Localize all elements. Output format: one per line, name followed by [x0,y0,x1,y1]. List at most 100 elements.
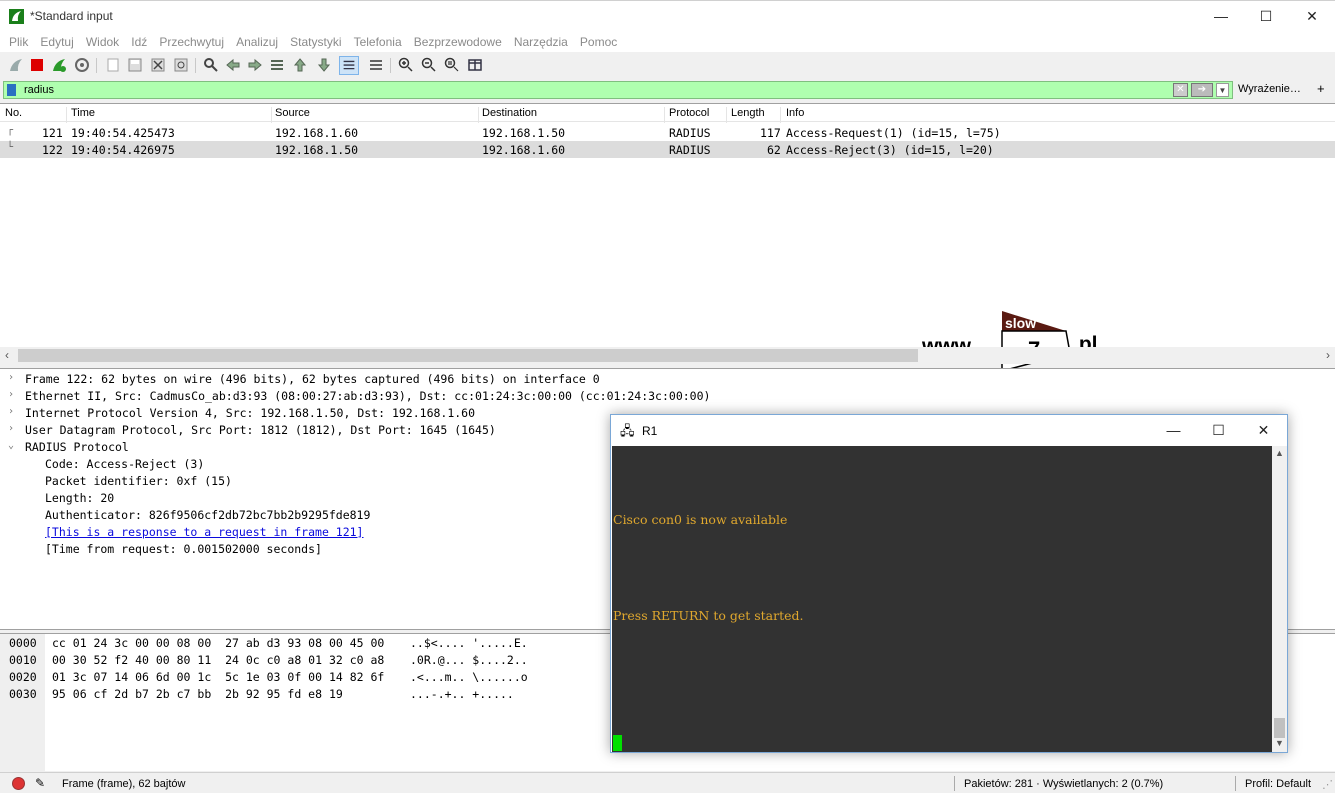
reload-file-icon[interactable] [173,57,189,73]
close-button[interactable]: ✕ [1289,1,1335,32]
column-source[interactable]: Source [275,107,479,123]
table-row[interactable]: ┌ 121 19:40:54.425473 192.168.1.60 192.1… [0,124,1335,141]
tree-item-identifier[interactable]: Packet identifier: 0xf (15) [45,474,232,488]
bytes-ascii[interactable]: ..$<.... '.....E. [410,636,528,650]
close-file-icon[interactable] [150,57,166,73]
colorize-icon[interactable] [368,57,384,73]
tree-item-frame[interactable]: › Frame 122: 62 bytes on wire (496 bits),… [8,372,600,386]
expert-info-icon[interactable] [12,777,25,790]
response-in-frame-link[interactable]: [This is a response to a request in fram… [45,525,364,539]
go-to-packet-icon[interactable] [269,57,285,73]
menu-wireless[interactable]: Bezprzewodowe [410,31,507,49]
first-packet-icon[interactable] [292,57,308,73]
main-toolbar [0,53,1335,79]
status-frame-info: Frame (frame), 62 bajtów [62,778,186,790]
terminal-close-button[interactable]: ✕ [1241,415,1286,446]
capture-options-icon[interactable] [74,57,90,73]
scroll-thumb[interactable] [18,349,918,362]
status-profile[interactable]: Profil: Default [1245,778,1311,790]
open-file-icon[interactable] [105,57,121,73]
bytes-ascii[interactable]: ...-.+.. +..... [410,687,514,701]
tree-item-authenticator[interactable]: Authenticator: 826f9506cf2db72bc7bb2b929… [45,508,370,522]
tree-item-time-from-request[interactable]: [Time from request: 0.001502000 seconds] [45,542,322,556]
auto-scroll-icon[interactable] [339,56,359,75]
menu-go[interactable]: Idź [127,31,152,49]
tree-item-ethernet[interactable]: › Ethernet II, Src: CadmusCo_ab:d3:93 (08… [8,389,710,403]
column-info[interactable]: Info [786,107,804,123]
add-filter-button[interactable]: + [1317,81,1325,96]
menu-view[interactable]: Widok [82,31,124,49]
tree-item-udp[interactable]: › User Datagram Protocol, Src Port: 1812 … [8,423,496,437]
expand-chevron-right-icon[interactable]: › [8,406,14,417]
column-protocol[interactable]: Protocol [669,107,727,123]
apply-filter-arrow-icon[interactable]: ➔ [1191,83,1213,97]
expand-chevron-right-icon[interactable]: › [8,423,14,434]
terminal-vertical-scrollbar[interactable]: ▲ ▼ [1272,446,1287,752]
status-bar: ✎ Frame (frame), 62 bajtów Pakietów: 281… [0,772,1335,793]
collapse-chevron-down-icon[interactable]: ⌄ [8,440,14,451]
tree-item-length[interactable]: Length: 20 [45,491,114,505]
wireshark-fin-icon [9,9,24,24]
resize-columns-icon[interactable] [467,57,483,73]
display-filter-input[interactable]: radius ✕ ➔ ▼ [3,81,1233,99]
scroll-down-icon[interactable]: ▼ [1275,738,1284,748]
menu-statistics[interactable]: Statystyki [286,31,346,49]
zoom-out-icon[interactable] [421,57,437,73]
save-file-icon[interactable] [127,57,143,73]
expression-button[interactable]: Wyrażenie… [1238,83,1301,95]
go-back-icon[interactable] [225,57,241,73]
menu-capture[interactable]: Przechwytuj [155,31,229,49]
bytes-ascii[interactable]: .0R.@... $....2.. [410,653,528,667]
terminal-line-press-return: Press RETURN to get started. [613,608,804,623]
menu-edit[interactable]: Edytuj [36,31,78,49]
tree-item-ip[interactable]: › Internet Protocol Version 4, Src: 192.1… [8,406,475,420]
column-time[interactable]: Time [71,107,272,123]
scroll-up-icon[interactable]: ▲ [1275,448,1284,458]
edit-comment-pencil-icon[interactable]: ✎ [35,776,45,790]
scroll-left-icon[interactable]: ‹ [5,348,9,362]
cell-no: 121 [42,126,63,140]
column-destination[interactable]: Destination [482,107,665,123]
terminal-maximize-button[interactable]: ☐ [1196,415,1241,446]
cell-protocol: RADIUS [669,143,711,157]
bytes-hex[interactable]: cc 01 24 3c 00 00 08 00 27 ab d3 93 08 0… [52,636,384,650]
bytes-ascii[interactable]: .<...m.. \......o [410,670,528,684]
bytes-hex[interactable]: 00 30 52 f2 40 00 80 11 24 0c c0 a8 01 3… [52,653,384,667]
request-marker-icon: ┌ [7,125,14,136]
find-packet-icon[interactable] [203,57,219,73]
filter-history-chevron-down-icon[interactable]: ▼ [1216,83,1229,97]
column-no[interactable]: No. [5,107,67,123]
maximize-button[interactable]: ☐ [1243,1,1289,32]
bytes-hex[interactable]: 01 3c 07 14 06 6d 00 1c 5c 1e 03 0f 00 1… [52,670,384,684]
go-forward-icon[interactable] [247,57,263,73]
stop-capture-icon[interactable] [29,57,45,73]
last-packet-icon[interactable] [316,57,332,73]
table-row-selected[interactable]: └ 122 19:40:54.426975 192.168.1.50 192.1… [0,141,1335,158]
bytes-hex[interactable]: 95 06 cf 2d b7 2b c7 bb 2b 92 95 fd e8 1… [52,687,343,701]
column-length[interactable]: Length [731,107,781,123]
expand-chevron-right-icon[interactable]: › [8,372,14,383]
clear-filter-icon[interactable]: ✕ [1173,83,1188,97]
svg-text:slow: slow [1005,315,1036,331]
menu-file[interactable]: Plik [5,31,33,49]
restart-capture-icon[interactable] [51,57,67,73]
expand-chevron-right-icon[interactable]: › [8,389,14,400]
menu-analyze[interactable]: Analizuj [232,31,283,49]
zoom-reset-icon[interactable] [444,57,460,73]
tree-item-radius[interactable]: ⌄ RADIUS Protocol [8,440,129,454]
terminal-minimize-button[interactable]: — [1151,415,1196,446]
minimize-button[interactable]: — [1198,1,1244,32]
packet-list-horizontal-scrollbar[interactable]: ‹ › [0,347,1335,364]
terminal-screen[interactable]: Cisco con0 is now available Press RETURN… [612,446,1272,752]
filter-text[interactable]: radius [24,84,54,96]
filter-bookmark-icon[interactable] [7,84,16,96]
start-capture-fin-icon[interactable] [8,57,24,73]
resize-grip-icon[interactable]: ⋰ [1322,778,1333,791]
scroll-thumb[interactable] [1274,718,1285,738]
menu-telephony[interactable]: Telefonia [350,31,407,49]
menu-tools[interactable]: Narzędzia [510,31,573,49]
zoom-in-icon[interactable] [398,57,414,73]
tree-item-code[interactable]: Code: Access-Reject (3) [45,457,204,471]
scroll-right-icon[interactable]: › [1326,348,1330,362]
menu-help[interactable]: Pomoc [576,31,622,49]
